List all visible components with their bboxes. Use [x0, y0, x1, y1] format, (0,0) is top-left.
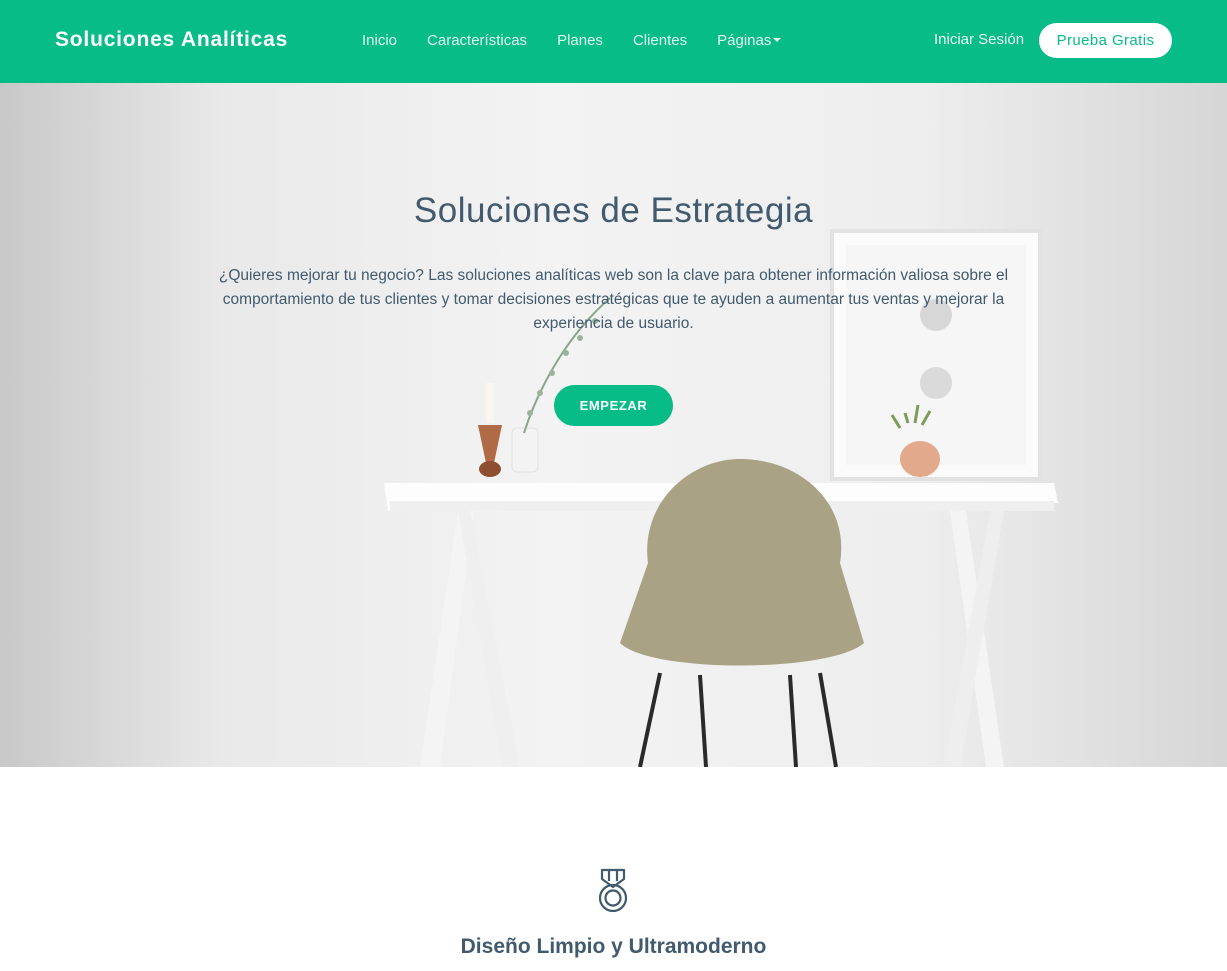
- nav-dropdown-paginas[interactable]: Páginas: [717, 32, 782, 49]
- feature-title: Diseño Limpio y Ultramoderno: [460, 935, 767, 958]
- navbar: Soluciones Analíticas Inicio Característ…: [0, 0, 1227, 83]
- hero-section: Soluciones de Estrategia ¿Quieres mejora…: [0, 83, 1227, 767]
- free-trial-button[interactable]: Prueba Gratis: [1039, 23, 1172, 58]
- nav-link-inicio[interactable]: Inicio: [362, 32, 397, 49]
- caret-down-icon: [773, 38, 782, 42]
- nav-links: Inicio Características Planes Clientes P…: [362, 32, 782, 49]
- nav-link-clientes[interactable]: Clientes: [633, 32, 687, 49]
- nav-link-paginas-label: Páginas: [717, 32, 772, 49]
- candle-holder: [478, 383, 502, 477]
- brand-logo[interactable]: Soluciones Analíticas: [55, 28, 288, 52]
- login-link[interactable]: Iniciar Sesión: [934, 31, 1024, 48]
- hero-title: Soluciones de Estrategia: [413, 191, 814, 230]
- get-started-button[interactable]: EMPEZAR: [554, 385, 673, 426]
- nav-link-caracteristicas[interactable]: Características: [427, 32, 527, 49]
- hero-description: ¿Quieres mejorar tu negocio? Las solucio…: [218, 267, 1009, 332]
- nav-link-planes[interactable]: Planes: [557, 32, 603, 49]
- medal-icon: [598, 868, 628, 913]
